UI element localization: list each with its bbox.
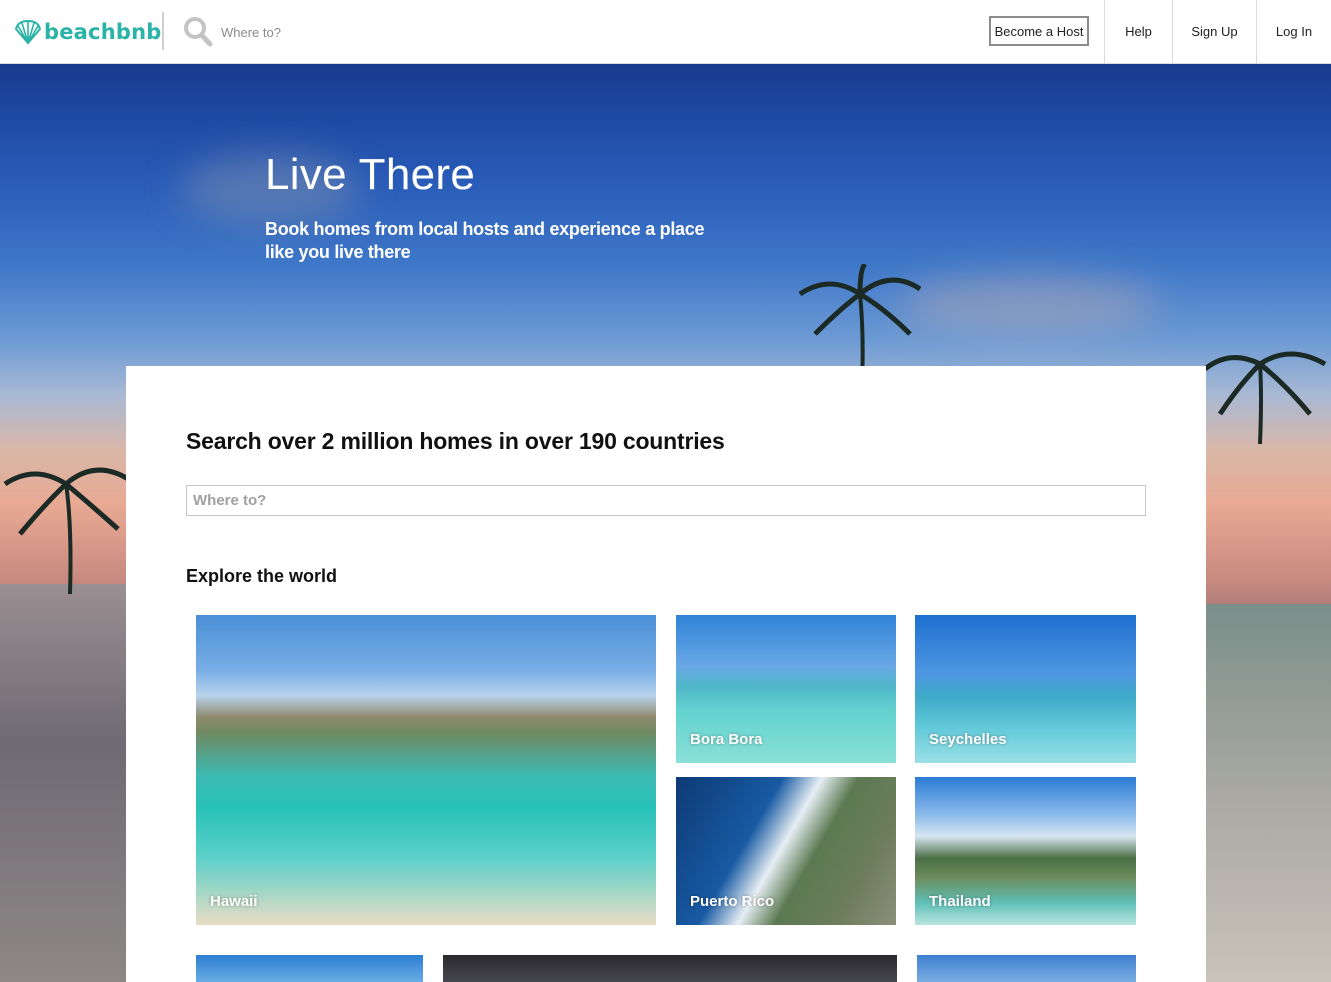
destination-tile[interactable] — [196, 955, 423, 982]
palm-tree-image — [1203, 351, 1327, 444]
hero-title: Live There — [265, 150, 476, 199]
hero-cloud — [900, 274, 1160, 334]
search-card-title: Search over 2 million homes in over 190 … — [186, 428, 725, 454]
destination-label: Bora Bora — [690, 731, 763, 748]
nav-divider — [162, 12, 164, 50]
destination-tile-seychelles[interactable]: Seychelles — [915, 615, 1136, 763]
signup-link[interactable]: Sign Up — [1172, 0, 1256, 63]
destination-tile[interactable] — [917, 955, 1136, 982]
destination-label: Puerto Rico — [690, 893, 775, 910]
palm-tree-image — [3, 467, 130, 594]
destination-tile-bora-bora[interactable]: Bora Bora — [676, 615, 896, 763]
brand-logo[interactable]: beachbnb — [14, 17, 161, 47]
destination-search-input[interactable] — [186, 485, 1146, 516]
top-navbar: beachbnb Become a Host Help Sign Up Log … — [0, 0, 1331, 64]
destination-tile-hawaii[interactable]: Hawaii — [196, 615, 656, 925]
destination-label: Seychelles — [929, 731, 1007, 748]
hero-beach-left — [0, 584, 130, 982]
destination-label: Hawaii — [210, 893, 258, 910]
shell-logo-icon — [14, 19, 42, 45]
login-link[interactable]: Log In — [1256, 0, 1331, 63]
search-icon — [184, 17, 213, 47]
nav-search-input[interactable] — [221, 21, 521, 43]
search-card: Search over 2 million homes in over 190 … — [126, 366, 1206, 982]
help-link[interactable]: Help — [1104, 0, 1172, 63]
destination-tile-thailand[interactable]: Thailand — [915, 777, 1136, 925]
hero-beach-right — [1206, 604, 1331, 982]
destination-label: Thailand — [929, 893, 991, 910]
destination-tile[interactable] — [443, 955, 897, 982]
destination-tile-puerto-rico[interactable]: Puerto Rico — [676, 777, 896, 925]
brand-name: beachbnb — [44, 20, 162, 44]
hero-subtitle: Book homes from local hosts and experien… — [265, 219, 705, 262]
explore-heading: Explore the world — [186, 566, 338, 586]
become-host-button[interactable]: Become a Host — [989, 16, 1089, 46]
